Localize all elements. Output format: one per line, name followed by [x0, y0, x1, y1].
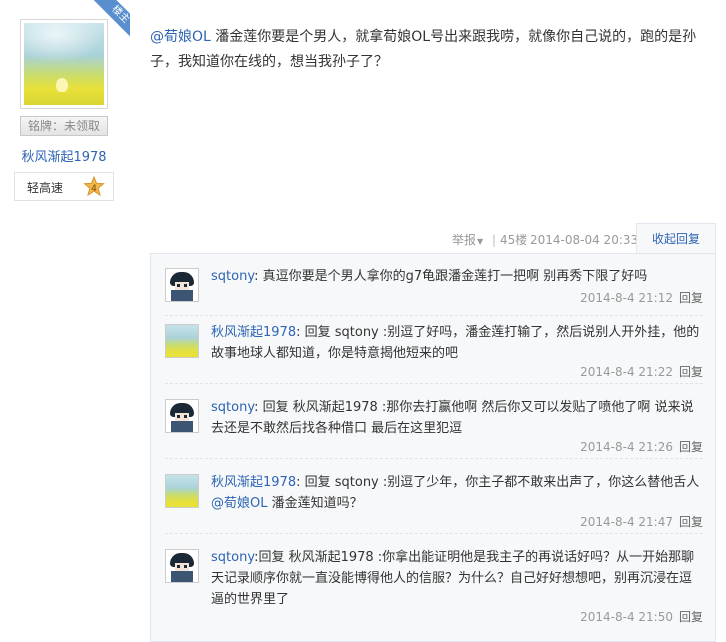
post-mention-link[interactable]: @荀娘OL: [150, 29, 211, 45]
sqtony-avatar[interactable]: [165, 268, 199, 302]
chevron-down-icon: ▼: [477, 237, 484, 246]
medal-button[interactable]: 铭牌：未领取: [20, 116, 108, 136]
op-badge-label: 楼主: [93, 0, 130, 42]
author-sidebar: 楼主 铭牌：未领取 秋风渐起1978 轻高速 4: [0, 0, 130, 642]
sqtony-avatar[interactable]: [165, 399, 199, 433]
qiufeng-avatar[interactable]: [165, 324, 199, 358]
reply-content: sqtony: 回复 秋风渐起1978 :那你去打赢他啊 然后你又可以发贴了喷他…: [211, 397, 701, 439]
reply-content: sqtony: 真逗你要是个男人拿你的g7龟跟潘金莲打一把啊 别再秀下限了好吗: [211, 266, 701, 287]
level-number: 4: [91, 184, 97, 194]
collapse-replies-button[interactable]: 收起回复: [636, 223, 716, 254]
post-text: 潘金莲你要是个男人，就拿荀娘OL号出来跟我唠，就像你自己说的，跑的是孙子，我知道…: [150, 29, 697, 70]
reply-item: sqtony:回复 秋风渐起1978 :你拿出能证明他是我主子的再说话好吗？从一…: [165, 545, 703, 631]
reply-meta: 2014-8-4 21:50 回复: [580, 609, 703, 625]
reply-item: 秋风渐起1978: 回复 sqtony :别逗了好吗，潘金莲打输了，然后说别人开…: [165, 320, 703, 384]
reply-meta: 2014-8-4 21:26 回复: [580, 439, 703, 455]
reply-username-link[interactable]: sqtony: [211, 269, 254, 284]
reply-button[interactable]: 回复: [679, 515, 703, 529]
reply-item: 秋风渐起1978: 回复 sqtony :别逗了少年，你主子都不敢来出声了，你这…: [165, 470, 703, 534]
level-name: 轻高速: [27, 181, 64, 195]
reply-username-link[interactable]: sqtony: [211, 400, 254, 415]
reply-text: : 回复 sqtony :别逗了少年，你主子都不敢来出声了，你这么替他舌人: [296, 475, 700, 490]
reply-time: 2014-8-4 21:12: [580, 291, 673, 305]
reply-time: 2014-8-4 21:47: [580, 515, 673, 529]
reply-text: :回复 秋风渐起1978 :你拿出能证明他是我主子的再说话好吗？从一开始那聊天记…: [211, 550, 695, 607]
reply-meta: 2014-8-4 21:47 回复: [580, 514, 703, 530]
level-star-icon: 4: [83, 176, 105, 197]
reply-username-link[interactable]: 秋风渐起1978: [211, 325, 296, 340]
reply-button[interactable]: 回复: [679, 365, 703, 379]
op-badge: 楼主: [88, 0, 130, 42]
reply-text: 潘金莲知道吗？: [267, 496, 363, 511]
reply-button[interactable]: 回复: [679, 291, 703, 305]
reply-meta: 2014-8-4 21:12 回复: [580, 290, 703, 306]
reply-item: sqtony: 回复 秋风渐起1978 :那你去打赢他啊 然后你又可以发贴了喷他…: [165, 395, 703, 459]
reply-item: sqtony: 真逗你要是个男人拿你的g7龟跟潘金莲打一把啊 别再秀下限了好吗 …: [165, 266, 703, 316]
reply-username-link[interactable]: sqtony: [211, 550, 254, 565]
reply-content: 秋风渐起1978: 回复 sqtony :别逗了少年，你主子都不敢来出声了，你这…: [211, 472, 701, 514]
reply-button[interactable]: 回复: [679, 610, 703, 624]
qiufeng-avatar[interactable]: [165, 474, 199, 508]
reply-text: : 回复 秋风渐起1978 :那你去打赢他啊 然后你又可以发贴了喷他了啊 说来说…: [211, 400, 694, 436]
post-content: @荀娘OL 潘金莲你要是个男人，就拿荀娘OL号出来跟我唠，就像你自己说的，跑的是…: [150, 25, 718, 75]
report-link[interactable]: 举报▼: [452, 231, 483, 249]
level-box[interactable]: 轻高速 4: [14, 172, 114, 201]
reply-meta: 2014-8-4 21:22 回复: [580, 364, 703, 380]
tail-divider: |: [492, 233, 497, 247]
reply-username-link[interactable]: 秋风渐起1978: [211, 475, 296, 490]
reply-text: : 真逗你要是个男人拿你的g7龟跟潘金莲打一把啊 别再秀下限了好吗: [254, 269, 648, 284]
reply-time: 2014-8-4 21:26: [580, 440, 673, 454]
reply-content: sqtony:回复 秋风渐起1978 :你拿出能证明他是我主子的再说话好吗？从一…: [211, 547, 701, 610]
reply-time: 2014-8-4 21:22: [580, 365, 673, 379]
sqtony-avatar[interactable]: [165, 549, 199, 583]
reply-button[interactable]: 回复: [679, 440, 703, 454]
post-date: 2014-08-04 20:33: [530, 233, 639, 247]
reply-list: sqtony: 真逗你要是个男人拿你的g7龟跟潘金莲打一把啊 别再秀下限了好吗 …: [150, 253, 716, 642]
reply-time: 2014-8-4 21:50: [580, 610, 673, 624]
floor-number: 45楼: [500, 233, 528, 247]
author-name-link[interactable]: 秋风渐起1978: [0, 146, 128, 165]
reply-mention-link[interactable]: @荀娘OL: [211, 496, 267, 511]
reply-content: 秋风渐起1978: 回复 sqtony :别逗了好吗，潘金莲打输了，然后说别人开…: [211, 322, 701, 364]
